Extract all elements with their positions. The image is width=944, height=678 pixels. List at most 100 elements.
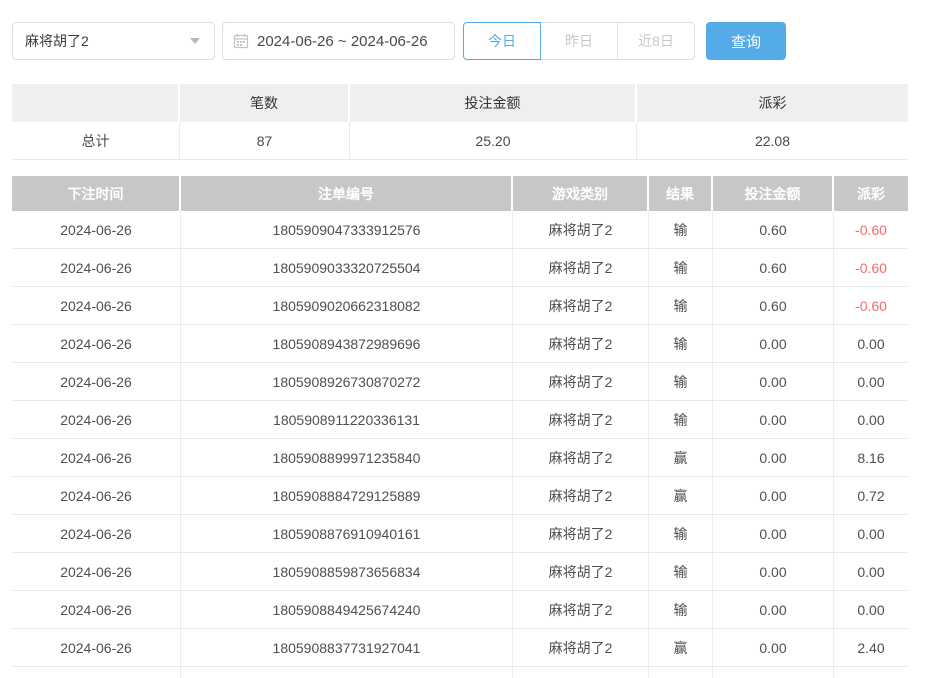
- cell-bet-time: 2024-06-26: [12, 629, 181, 666]
- header-payout: 派彩: [834, 176, 908, 211]
- quick-date-button-group: 今日 昨日 近8日: [463, 22, 695, 60]
- cell-bet-time: 2024-06-26: [12, 211, 181, 248]
- cell-order-id: 1805908849425674240: [181, 591, 513, 628]
- summary-table: 笔数 投注金额 派彩 总计 87 25.20 22.08: [12, 84, 908, 160]
- cell-result: 输: [649, 515, 713, 552]
- bet-table-body: 2024-06-26 1805909047333912576 麻将胡了2 输 0…: [12, 211, 908, 667]
- cell-game-type: 麻将胡了2: [513, 477, 649, 514]
- query-button[interactable]: 查询: [706, 22, 786, 60]
- cell-bet-amount: 0.00: [713, 591, 834, 628]
- summary-total-label: 总计: [12, 122, 180, 159]
- cell-order-id: 1805908884729125889: [181, 477, 513, 514]
- summary-total-count: 87: [180, 122, 350, 159]
- cell-bet-time: 2024-06-26: [12, 477, 181, 514]
- cell-bet-time: 2024-06-26: [12, 325, 181, 362]
- cell-game-type: 麻将胡了2: [513, 287, 649, 324]
- summary-header-count: 笔数: [180, 84, 350, 122]
- cell-order-id: 1805908876910940161: [181, 515, 513, 552]
- summary-header-blank: [12, 84, 180, 122]
- cell-game-type: 麻将胡了2: [513, 629, 649, 666]
- table-row: 2024-06-26 1805909033320725504 麻将胡了2 输 0…: [12, 249, 908, 287]
- cell-payout: 8.16: [834, 439, 908, 476]
- cell-bet-time: 2024-06-26: [12, 249, 181, 286]
- cell-bet-amount: 0.00: [713, 401, 834, 438]
- last-8-days-button[interactable]: 近8日: [617, 22, 695, 60]
- cell-game-type: 麻将胡了2: [513, 591, 649, 628]
- bet-records-table: 下注时间 注单编号 游戏类别 结果 投注金额 派彩 2024-06-26 180…: [12, 176, 908, 678]
- cell-payout: 0.00: [834, 363, 908, 400]
- table-row: 2024-06-26 1805908849425674240 麻将胡了2 输 0…: [12, 591, 908, 629]
- cell-payout: 0.00: [834, 553, 908, 590]
- cell-order-id: 1805909033320725504: [181, 249, 513, 286]
- cell-payout: 0.00: [834, 325, 908, 362]
- table-row: 2024-06-26 1805908899971235840 麻将胡了2 赢 0…: [12, 439, 908, 477]
- cell-order-id: 1805908859873656834: [181, 553, 513, 590]
- cell-bet-amount: 0.00: [713, 553, 834, 590]
- cell-order-id: 1805908926730870272: [181, 363, 513, 400]
- cell-payout: 0.00: [834, 515, 908, 552]
- yesterday-button[interactable]: 昨日: [540, 22, 618, 60]
- cell-bet-amount: 0.00: [713, 439, 834, 476]
- cell-result: 输: [649, 363, 713, 400]
- table-row: 2024-06-26 1805908926730870272 麻将胡了2 输 0…: [12, 363, 908, 401]
- cell-bet-amount: 0.60: [713, 211, 834, 248]
- cell-bet-time: 2024-06-26: [12, 287, 181, 324]
- header-bet-time: 下注时间: [12, 176, 181, 211]
- header-game-type: 游戏类别: [513, 176, 649, 211]
- cell-order-id: 1805909020662318082: [181, 287, 513, 324]
- cell-game-type: 麻将胡了2: [513, 515, 649, 552]
- cell-bet-amount: 0.00: [713, 477, 834, 514]
- cell-bet-amount: 0.60: [713, 287, 834, 324]
- game-select[interactable]: 麻将胡了2: [12, 22, 215, 60]
- game-select-value: 麻将胡了2: [25, 31, 89, 51]
- cell-payout: 0.00: [834, 591, 908, 628]
- table-row: 2024-06-26 1805908859873656834 麻将胡了2 输 0…: [12, 553, 908, 591]
- cell-game-type: 麻将胡了2: [513, 363, 649, 400]
- table-row: 2024-06-26 1805908911220336131 麻将胡了2 输 0…: [12, 401, 908, 439]
- table-row: 2024-06-26 1805908837731927041 麻将胡了2 赢 0…: [12, 629, 908, 667]
- table-row: 2024-06-26 1805908884729125889 麻将胡了2 赢 0…: [12, 477, 908, 515]
- cell-bet-time: 2024-06-26: [12, 363, 181, 400]
- summary-total-payout: 22.08: [637, 122, 908, 159]
- cell-payout: 0.00: [834, 401, 908, 438]
- cell-order-id: 1805909047333912576: [181, 211, 513, 248]
- cell-result: 输: [649, 211, 713, 248]
- date-range-input[interactable]: 2024-06-26 ~ 2024-06-26: [222, 22, 455, 60]
- table-row-partial: [12, 667, 908, 678]
- summary-total-row: 总计 87 25.20 22.08: [12, 122, 908, 160]
- date-range-value: 2024-06-26 ~ 2024-06-26: [257, 33, 428, 50]
- table-row: 2024-06-26 1805908876910940161 麻将胡了2 输 0…: [12, 515, 908, 553]
- cell-game-type: 麻将胡了2: [513, 325, 649, 362]
- summary-header-row: 笔数 投注金额 派彩: [12, 84, 908, 122]
- cell-result: 赢: [649, 439, 713, 476]
- cell-result: 输: [649, 553, 713, 590]
- cell-bet-time: 2024-06-26: [12, 591, 181, 628]
- summary-header-bet-amount: 投注金额: [350, 84, 637, 122]
- cell-game-type: 麻将胡了2: [513, 211, 649, 248]
- cell-game-type: 麻将胡了2: [513, 553, 649, 590]
- header-order-id: 注单编号: [181, 176, 513, 211]
- cell-payout: -0.60: [834, 249, 908, 286]
- cell-bet-time: 2024-06-26: [12, 401, 181, 438]
- table-row: 2024-06-26 1805908943872989696 麻将胡了2 输 0…: [12, 325, 908, 363]
- summary-header-payout: 派彩: [637, 84, 908, 122]
- cell-bet-amount: 0.00: [713, 515, 834, 552]
- table-row: 2024-06-26 1805909047333912576 麻将胡了2 输 0…: [12, 211, 908, 249]
- cell-payout: 2.40: [834, 629, 908, 666]
- cell-order-id: 1805908911220336131: [181, 401, 513, 438]
- chevron-down-icon: [190, 38, 200, 44]
- cell-payout: -0.60: [834, 211, 908, 248]
- cell-bet-amount: 0.00: [713, 629, 834, 666]
- table-row: 2024-06-26 1805909020662318082 麻将胡了2 输 0…: [12, 287, 908, 325]
- cell-payout: 0.72: [834, 477, 908, 514]
- filter-toolbar: 麻将胡了2 2024-06-26 ~ 2024-06-26: [12, 22, 908, 60]
- cell-game-type: 麻将胡了2: [513, 439, 649, 476]
- cell-result: 输: [649, 249, 713, 286]
- cell-result: 输: [649, 401, 713, 438]
- cell-bet-time: 2024-06-26: [12, 553, 181, 590]
- header-result: 结果: [649, 176, 713, 211]
- cell-bet-time: 2024-06-26: [12, 439, 181, 476]
- cell-result: 赢: [649, 629, 713, 666]
- today-button[interactable]: 今日: [463, 22, 541, 60]
- cell-order-id: 1805908943872989696: [181, 325, 513, 362]
